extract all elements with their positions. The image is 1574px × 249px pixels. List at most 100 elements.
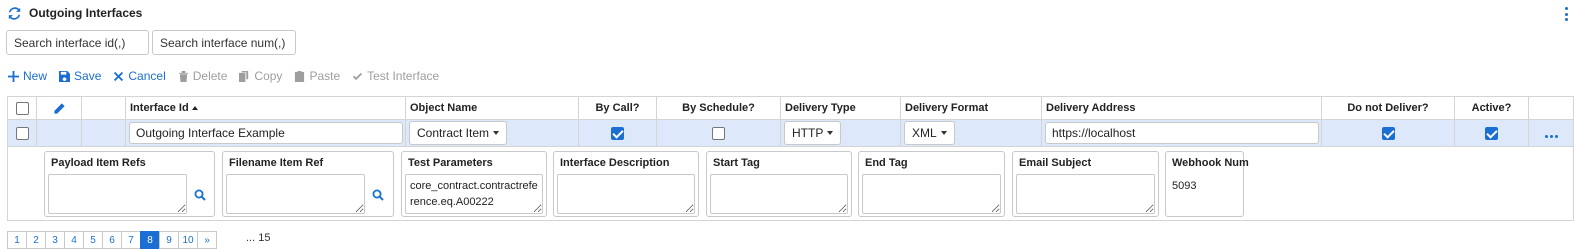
refresh-icon[interactable] [8,6,21,20]
by-schedule-checkbox[interactable] [712,126,725,140]
payload-item-refs-panel: Payload Item Refs [44,151,215,217]
col-do-not-deliver-label: Do not Deliver? [1347,102,1429,114]
col-interface-id[interactable]: Interface Id [126,97,406,119]
object-name-dropdown[interactable]: Contract Item [409,121,508,145]
col-object-name[interactable]: Object Name [406,97,579,119]
row-detail: Payload Item Refs Filename Item Ref Test… [8,147,1573,220]
page-title: Outgoing Interfaces [29,6,143,20]
blank-column-header [82,97,126,119]
paste-icon [295,70,305,82]
filename-item-ref-field[interactable] [226,174,365,214]
caret-down-icon [940,131,947,135]
col-active-label: Active? [1471,102,1512,114]
delete-button[interactable]: Delete [178,69,228,83]
delivery-type-dropdown[interactable]: HTTP [784,121,842,145]
start-tag-label: Start Tag [713,157,760,169]
active-checkbox[interactable] [1485,126,1498,140]
test-interface-button-label: Test Interface [367,69,440,83]
col-delivery-address[interactable]: Delivery Address [1042,97,1322,119]
col-by-call-label: By Call? [595,102,640,114]
page-button[interactable]: 6 [102,231,122,249]
page-button[interactable]: » [197,231,217,249]
by-call-checkbox[interactable] [611,126,624,140]
col-delivery-format-label: Delivery Format [905,102,989,114]
more-options-icon[interactable] [1564,7,1568,21]
select-all-checkbox[interactable] [15,101,29,115]
email-subject-field[interactable] [1016,174,1155,214]
pencil-icon[interactable] [53,102,66,115]
search-interface-num-input[interactable] [152,30,296,55]
page-button[interactable]: 7 [121,231,141,249]
col-active[interactable]: Active? [1455,97,1529,119]
by-call-cell [579,120,657,146]
col-delivery-type-label: Delivery Type [785,102,856,114]
delete-button-label: Delete [192,69,228,83]
interface-description-field[interactable] [557,174,695,214]
object-name-cell: Contract Item [406,120,579,146]
interface-id-input[interactable] [129,122,403,144]
cancel-button[interactable]: Cancel [113,69,166,83]
test-parameters-panel: Test Parameters core_contract.contractre… [401,151,547,217]
interface-description-label: Interface Description [560,157,670,169]
page-button[interactable]: 4 [64,231,84,249]
col-delivery-format[interactable]: Delivery Format [901,97,1042,119]
search-icon[interactable] [194,189,206,201]
page-button[interactable]: 5 [83,231,103,249]
end-tag-field[interactable] [862,174,1001,214]
col-do-not-deliver[interactable]: Do not Deliver? [1322,97,1455,119]
row-select-checkbox[interactable] [15,126,29,140]
webhook-num-panel: Webhook Num 5093 [1165,151,1249,217]
paste-button-label: Paste [309,69,341,83]
copy-button[interactable]: Copy [239,69,282,83]
page-button[interactable]: 1 [7,231,27,249]
test-interface-button[interactable]: Test Interface [352,69,439,83]
row-more-icon[interactable] [1544,134,1558,138]
payload-item-refs-field[interactable] [48,174,187,214]
save-button[interactable]: Save [59,69,101,83]
page-header: Outgoing Interfaces [8,6,142,20]
pagination-info: ... 15 [246,232,271,244]
interface-id-cell [126,120,406,146]
do-not-deliver-checkbox[interactable] [1381,126,1395,140]
trash-icon [178,70,188,82]
select-all-cell [8,97,37,119]
page-button[interactable]: 10 [178,231,198,249]
page-button[interactable]: 3 [45,231,65,249]
test-parameters-field[interactable]: core_contract.contractreference.eq.A0022… [405,174,543,214]
col-by-schedule[interactable]: By Schedule? [657,97,781,119]
delivery-address-input[interactable] [1045,122,1319,144]
filename-item-ref-label: Filename Item Ref [229,157,324,169]
col-delivery-type[interactable]: Delivery Type [781,97,901,119]
delivery-format-cell: XML [901,120,1042,146]
paste-button[interactable]: Paste [294,69,340,83]
object-name-value: Contract Item [417,126,490,140]
cancel-button-label: Cancel [128,69,166,83]
webhook-num-value: 5093 [1172,180,1197,192]
save-icon [59,70,71,82]
plus-icon [8,70,19,82]
sort-asc-icon [191,106,198,110]
caret-down-icon [493,131,500,135]
row-actions-cell [1529,120,1573,146]
col-interface-id-label: Interface Id [130,102,189,114]
filename-item-ref-panel: Filename Item Ref [222,151,394,217]
col-object-name-label: Object Name [410,102,478,114]
delivery-format-dropdown[interactable]: XML [904,121,955,145]
end-tag-panel: End Tag [858,151,1005,217]
page-button[interactable]: 8 [140,231,160,249]
new-button[interactable]: New [8,69,47,83]
copy-button-label: Copy [254,69,283,83]
start-tag-field[interactable] [710,174,848,214]
webhook-num-label: Webhook Num [1172,157,1249,169]
table-row[interactable]: Contract Item HTTP XML [8,120,1573,147]
page-button[interactable]: 2 [26,231,46,249]
search-icon[interactable] [372,189,384,201]
row-select-cell [8,120,37,146]
search-interface-id-input[interactable] [6,30,149,55]
col-delivery-address-label: Delivery Address [1046,102,1136,114]
by-schedule-cell [657,120,781,146]
page-button[interactable]: 9 [159,231,179,249]
start-tag-panel: Start Tag [706,151,852,217]
col-by-call[interactable]: By Call? [579,97,657,119]
grid-header: Interface Id Object Name By Call? By Sch… [8,97,1573,120]
